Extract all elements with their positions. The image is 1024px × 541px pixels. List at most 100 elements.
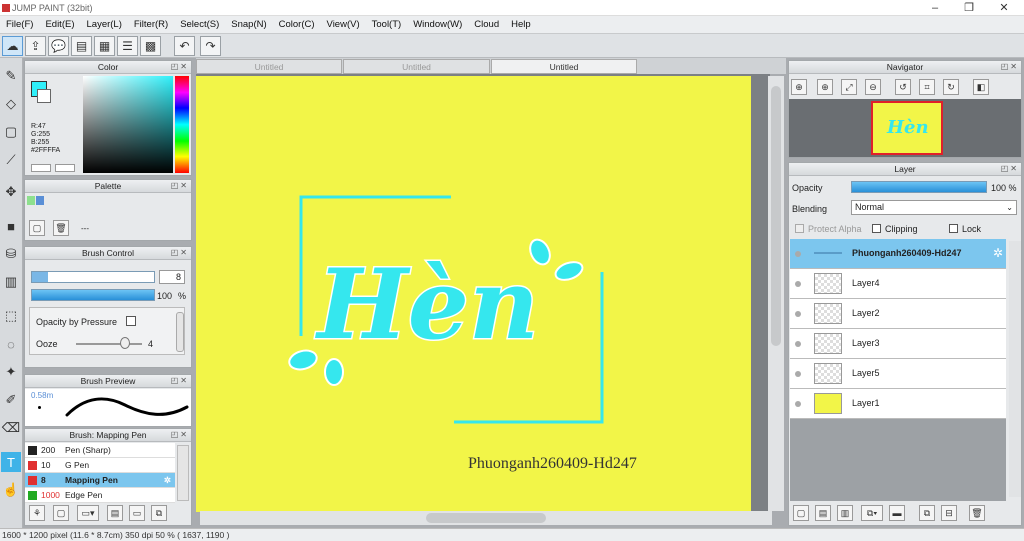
- gradient-tool-icon[interactable]: ▥: [1, 272, 21, 292]
- flip-icon[interactable]: ◧: [973, 79, 989, 95]
- eye-icon[interactable]: [795, 341, 801, 347]
- background-color-swatch[interactable]: [37, 89, 51, 103]
- canvas-vertical-scrollbar[interactable]: [768, 76, 784, 511]
- new-brush-icon[interactable]: ▢: [53, 505, 69, 521]
- menu-color[interactable]: Color(C): [273, 16, 321, 34]
- brush-item-selected[interactable]: 8 Mapping Pen ✲: [25, 473, 175, 488]
- palette-swatch[interactable]: [36, 196, 44, 205]
- menu-window[interactable]: Window(W): [407, 16, 468, 34]
- brush-item[interactable]: 200 Pen (Sharp): [25, 443, 175, 458]
- panel-buttons-icon[interactable]: ◰✕: [1001, 164, 1019, 173]
- eye-icon[interactable]: [795, 251, 801, 257]
- navigator-thumbnail[interactable]: Hèn: [871, 101, 943, 155]
- color-mode-button-2[interactable]: [55, 164, 75, 172]
- menu-cloud[interactable]: Cloud: [468, 16, 505, 34]
- hand-tool-icon[interactable]: ☝: [1, 480, 21, 500]
- eye-icon[interactable]: [795, 281, 801, 287]
- panel-buttons-icon[interactable]: ◰✕: [171, 248, 189, 257]
- new-layer-2-icon[interactable]: ▤: [815, 505, 831, 521]
- tab-untitled-2[interactable]: Untitled: [343, 59, 490, 74]
- delete-palette-icon[interactable]: 🗑: [53, 220, 69, 236]
- tab-untitled-3[interactable]: Untitled: [491, 59, 637, 74]
- palette-swatch[interactable]: [27, 196, 35, 205]
- lasso-tool-icon[interactable]: ◌: [1, 334, 21, 354]
- color-mode-button[interactable]: [31, 164, 51, 172]
- eye-icon[interactable]: [795, 401, 801, 407]
- canvas-paper[interactable]: Hèn Phuonganh260409-Hd247: [196, 76, 751, 512]
- layer-folder-icon[interactable]: ▬: [889, 505, 905, 521]
- rotate-left-icon[interactable]: ↺: [895, 79, 911, 95]
- layer-menu-icon[interactable]: ⧉▾: [861, 505, 883, 521]
- menu-view[interactable]: View(V): [321, 16, 366, 34]
- message-icon[interactable]: ▤: [71, 36, 92, 56]
- brush-folder-icon[interactable]: ▭: [129, 505, 145, 521]
- cloud-icon[interactable]: ☁: [2, 36, 23, 56]
- opacity-pressure-checkbox[interactable]: [126, 316, 136, 326]
- new-layer-3-icon[interactable]: ▥: [837, 505, 853, 521]
- tab-untitled-1[interactable]: Untitled: [196, 59, 342, 74]
- menu-select[interactable]: Select(S): [174, 16, 225, 34]
- panel-buttons-icon[interactable]: ◰✕: [1001, 62, 1019, 71]
- fit-icon[interactable]: ⤢: [841, 79, 857, 95]
- new-layer-icon[interactable]: ▢: [793, 505, 809, 521]
- clipping-checkbox[interactable]: [872, 224, 881, 233]
- layer-delete-icon[interactable]: 🗑: [969, 505, 985, 521]
- canvas-area[interactable]: Hèn Phuonganh260409-Hd247: [196, 74, 770, 512]
- grid-icon[interactable]: ▩: [140, 36, 161, 56]
- rect-tool-icon[interactable]: ▢: [1, 122, 21, 142]
- menu-tool[interactable]: Tool(T): [366, 16, 408, 34]
- blending-select[interactable]: Normal ⌄: [851, 200, 1017, 215]
- brush-item[interactable]: 10 G Pen: [25, 458, 175, 473]
- menu-edit[interactable]: Edit(E): [39, 16, 80, 34]
- brush-add-icon[interactable]: ⚘: [29, 505, 45, 521]
- brush-tool-icon[interactable]: ✎: [1, 66, 21, 86]
- menu-layer[interactable]: Layer(L): [81, 16, 128, 34]
- layer-row[interactable]: Layer2: [790, 299, 1006, 329]
- navigator-view[interactable]: Hèn: [789, 99, 1021, 157]
- select-pen-tool-icon[interactable]: ✐: [1, 390, 21, 410]
- layer-row[interactable]: Layer4: [790, 269, 1006, 299]
- minimize-button[interactable]: –: [918, 1, 952, 15]
- eraser-tool-icon[interactable]: ◇: [1, 94, 21, 114]
- color-saturation-field[interactable]: [83, 76, 173, 173]
- menu-help[interactable]: Help: [505, 16, 537, 34]
- zoom-in-2-icon[interactable]: ⊕: [817, 79, 833, 95]
- zoom-out-icon[interactable]: ⊖: [865, 79, 881, 95]
- brush-opacity-slider[interactable]: [31, 289, 155, 301]
- reset-icon[interactable]: ⌗: [919, 79, 935, 95]
- eye-icon[interactable]: [795, 311, 801, 317]
- brush-options-scrollbar[interactable]: [176, 312, 184, 352]
- brush-size-field[interactable]: 8: [159, 270, 185, 284]
- panel-buttons-icon[interactable]: ◰✕: [171, 376, 189, 385]
- move-tool-icon[interactable]: ✥: [1, 182, 21, 202]
- panel-buttons-icon[interactable]: ◰✕: [171, 181, 189, 190]
- hue-slider[interactable]: [175, 76, 189, 173]
- brush-copy-icon[interactable]: ▤: [107, 505, 123, 521]
- wand-tool-icon[interactable]: ✦: [1, 362, 21, 382]
- layer-row[interactable]: Layer3: [790, 329, 1006, 359]
- panel-buttons-icon[interactable]: ◰✕: [171, 430, 189, 439]
- select-rect-tool-icon[interactable]: ⬚: [1, 306, 21, 326]
- ooze-slider-handle[interactable]: [120, 337, 130, 349]
- page-icon[interactable]: ▦: [94, 36, 115, 56]
- menu-file[interactable]: File(F): [0, 16, 39, 34]
- menu-snap[interactable]: Snap(N): [225, 16, 272, 34]
- eye-icon[interactable]: [795, 371, 801, 377]
- undo-icon[interactable]: ↶: [174, 36, 195, 56]
- layer-row[interactable]: Layer1: [790, 389, 1006, 419]
- layer-merge-icon[interactable]: ⊟: [941, 505, 957, 521]
- brush-item[interactable]: 1000 Edge Pen: [25, 488, 175, 503]
- menu-filter[interactable]: Filter(R): [128, 16, 174, 34]
- layer-opacity-slider[interactable]: [851, 181, 987, 193]
- layer-copy-icon[interactable]: ⧉: [919, 505, 935, 521]
- brush-list-scrollbar[interactable]: [177, 445, 189, 501]
- line-tool-icon[interactable]: ⟋: [1, 150, 21, 170]
- new-palette-icon[interactable]: ▢: [29, 220, 45, 236]
- brush-menu-icon[interactable]: ▭▾: [77, 505, 99, 521]
- close-button[interactable]: ✕: [987, 1, 1021, 15]
- comment-icon[interactable]: 💬: [48, 36, 69, 56]
- fill-rect-tool-icon[interactable]: ■: [1, 216, 21, 236]
- panel-buttons-icon[interactable]: ◰✕: [171, 62, 189, 71]
- redo-icon[interactable]: ↷: [200, 36, 221, 56]
- upload-icon[interactable]: ⇪: [25, 36, 46, 56]
